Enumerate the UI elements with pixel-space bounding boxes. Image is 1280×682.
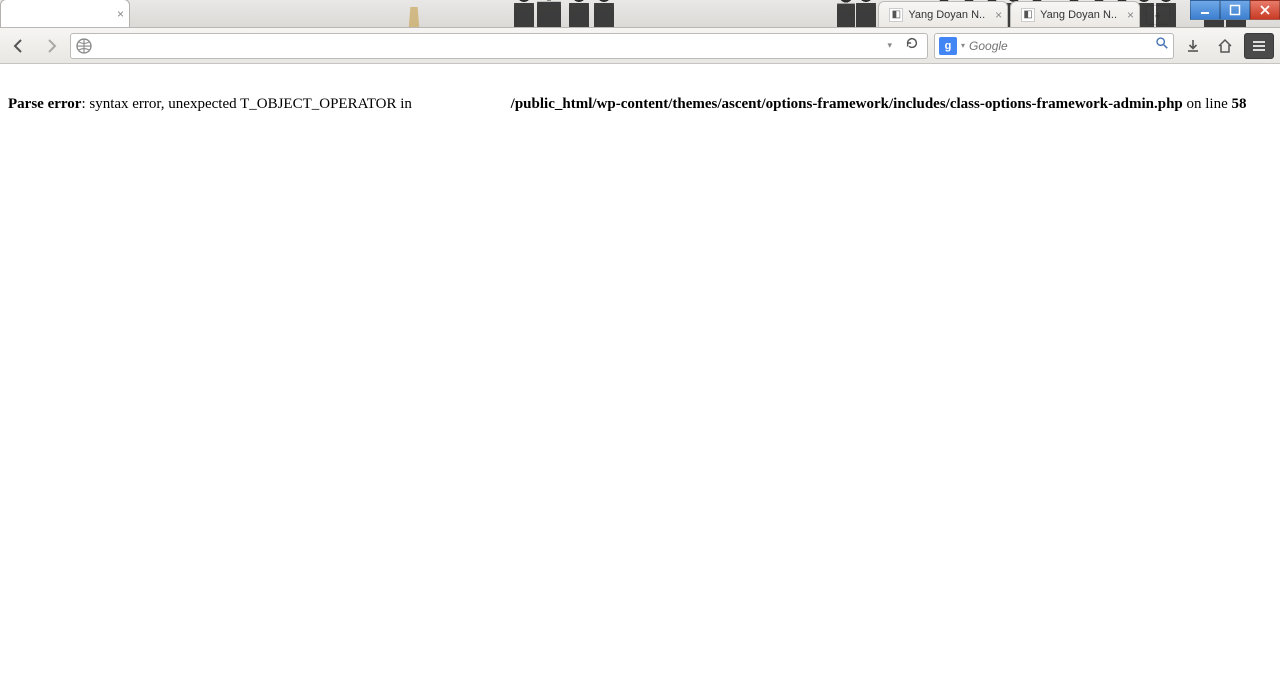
- error-on-line: on line: [1183, 96, 1232, 112]
- site-identity-icon[interactable]: [75, 37, 93, 55]
- tab-strip: × ◧ Yang Doyan N.. × ◧ Yang Doyan N.. × …: [0, 0, 1280, 28]
- home-button[interactable]: [1212, 33, 1238, 59]
- window-maximize-button[interactable]: [1220, 0, 1250, 20]
- downloads-icon: [1185, 38, 1201, 54]
- search-input[interactable]: [969, 39, 1151, 53]
- tab-close-icon[interactable]: ×: [117, 8, 124, 20]
- favicon-icon: ◧: [1021, 8, 1035, 22]
- window-controls: [1190, 0, 1280, 20]
- menu-button[interactable]: [1244, 33, 1274, 59]
- tab-label: Yang Doyan N..: [1040, 9, 1117, 21]
- search-engine-dropdown-icon[interactable]: ▾: [961, 41, 965, 50]
- maximize-icon: [1229, 4, 1241, 16]
- page-content: Parse error: syntax error, unexpected T_…: [0, 64, 1280, 122]
- reload-icon: [905, 36, 919, 50]
- tab-close-icon[interactable]: ×: [1127, 9, 1134, 21]
- forward-button[interactable]: [38, 33, 64, 59]
- search-go-button[interactable]: [1155, 36, 1169, 55]
- url-input[interactable]: [99, 39, 878, 53]
- tab-bg-2[interactable]: ◧ Yang Doyan N.. ×: [1010, 1, 1140, 27]
- error-line-number: 58: [1232, 96, 1247, 112]
- close-icon: [1259, 4, 1271, 16]
- tab-close-icon[interactable]: ×: [995, 9, 1002, 21]
- globe-icon: [75, 37, 93, 55]
- magnifier-icon: [1155, 36, 1169, 50]
- error-message: : syntax error, unexpected T_OBJECT_OPER…: [81, 96, 415, 112]
- arrow-right-icon: [43, 38, 59, 54]
- reload-button[interactable]: [901, 36, 923, 55]
- url-bar[interactable]: ▾: [70, 33, 928, 59]
- error-path: /public_html/wp-content/themes/ascent/op…: [511, 96, 1183, 112]
- tab-bg-1[interactable]: ◧ Yang Doyan N.. ×: [878, 1, 1008, 27]
- window-minimize-button[interactable]: [1190, 0, 1220, 20]
- navigation-toolbar: ▾ g ▾: [0, 28, 1280, 64]
- php-error-line: Parse error: syntax error, unexpected T_…: [8, 94, 1272, 114]
- window-close-button[interactable]: [1250, 0, 1280, 20]
- hamburger-icon: [1251, 39, 1267, 53]
- back-button[interactable]: [6, 33, 32, 59]
- search-bar[interactable]: g ▾: [934, 33, 1174, 59]
- search-engine-icon[interactable]: g: [939, 37, 957, 55]
- minimize-icon: [1199, 4, 1211, 16]
- arrow-left-icon: [11, 38, 27, 54]
- error-label: Parse error: [8, 96, 81, 112]
- new-tab-button[interactable]: +: [1146, 5, 1170, 25]
- home-icon: [1217, 38, 1233, 54]
- downloads-button[interactable]: [1180, 33, 1206, 59]
- url-dropdown-icon[interactable]: ▾: [884, 40, 895, 51]
- tab-active-blank[interactable]: ×: [0, 0, 130, 27]
- favicon-icon: ◧: [889, 8, 903, 22]
- tab-label: Yang Doyan N..: [908, 9, 985, 21]
